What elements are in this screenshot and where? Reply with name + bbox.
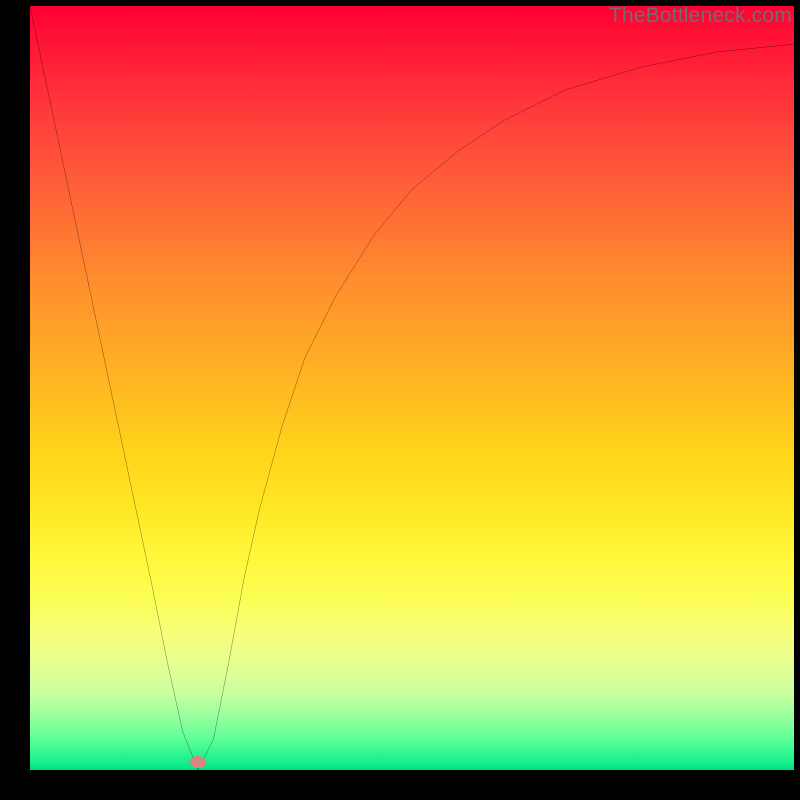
watermark-text: TheBottleneck.com — [609, 4, 792, 28]
optimal-marker — [190, 756, 206, 768]
chart-frame: TheBottleneck.com — [0, 0, 800, 800]
bottleneck-curve — [30, 6, 794, 770]
plot-area — [30, 6, 794, 770]
